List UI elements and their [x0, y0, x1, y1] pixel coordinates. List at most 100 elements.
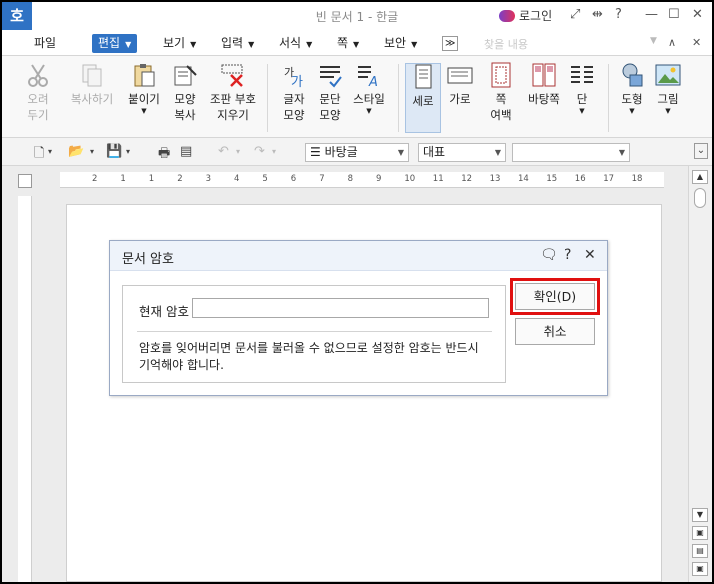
- collapse-ribbon-icon[interactable]: ∧: [668, 36, 676, 49]
- char-shape-button[interactable]: 가가 글자 모양: [274, 62, 314, 123]
- ruler-tick-label: 4: [234, 174, 240, 184]
- ribbon: 오려 두기 복사하기 붙이기 ▼ 모양 복사 조판 부호 지우기 가가 글자 모…: [2, 56, 712, 138]
- chevron-down-icon: ▼: [618, 148, 625, 157]
- search-dropdown-icon[interactable]: ▼: [650, 36, 657, 46]
- open-folder-icon[interactable]: 📂: [68, 144, 84, 159]
- maximize-icon[interactable]: ☐: [668, 7, 680, 22]
- page-margin-icon: [491, 62, 511, 88]
- hwp-window: 호 빈 문서 1 - 한글 로그인 ⤢ ⇹ ? — ☐ ✕ 파일 편집 ▼ 보기 ▼…: [2, 2, 712, 582]
- login-button[interactable]: 로그인: [499, 7, 552, 24]
- format-copy-button[interactable]: 모양 복사: [165, 62, 205, 123]
- erase-marks-button[interactable]: 조판 부호 지우기: [204, 62, 262, 123]
- scroll-up-icon[interactable]: ▲: [692, 170, 708, 184]
- font-face-select[interactable]: 대표 ▼: [418, 143, 506, 162]
- ruler-corner-button[interactable]: [18, 174, 32, 188]
- chevron-down-icon[interactable]: ▾: [48, 147, 52, 156]
- menu-view-label: 보기: [163, 36, 186, 50]
- background-page-button[interactable]: 바탕쪽: [520, 62, 568, 107]
- landscape-page-icon: [447, 67, 473, 84]
- menu-file[interactable]: 파일: [34, 34, 56, 53]
- save-icon[interactable]: 💾: [106, 144, 122, 159]
- horizontal-ruler[interactable]: 2 1 1 2 3 4 5 6 7 8 9 10 11 12 13 14 15 16 17 18: [60, 172, 664, 188]
- scroll-down-icon[interactable]: ▼: [692, 508, 708, 522]
- chevron-down-icon: ▼: [141, 107, 147, 115]
- portrait-button[interactable]: 세로: [405, 63, 441, 133]
- minimize-icon[interactable]: —: [645, 7, 658, 22]
- page-nav-icon[interactable]: ▤: [692, 544, 708, 558]
- ruler-tick-label: 15: [546, 174, 558, 184]
- account-icon: [499, 9, 515, 22]
- chevron-down-icon[interactable]: ▾: [126, 147, 130, 156]
- vertical-ruler[interactable]: [18, 196, 32, 582]
- menu-security[interactable]: 보안 ▼: [384, 34, 417, 53]
- title-bar: 호 빈 문서 1 - 한글 로그인 ⤢ ⇹ ? — ☐ ✕: [2, 2, 712, 30]
- menu-page[interactable]: 쪽 ▼: [337, 34, 359, 53]
- document-password-dialog: 문서 암호 🗨 ? ✕ 현재 암호 암호를 잊어버리면 문서를 불러올 수 없으…: [109, 240, 608, 396]
- menu-format[interactable]: 서식 ▼: [279, 34, 312, 53]
- ruler-tick-label: 18: [631, 174, 643, 184]
- dialog-title: 문서 암호: [122, 252, 174, 267]
- style-label: 스타일: [353, 92, 385, 106]
- erase-marks-label-1: 조판 부호: [210, 92, 256, 106]
- paste-button[interactable]: 붙이기 ▼: [122, 62, 166, 115]
- help-icon[interactable]: ?: [615, 7, 622, 22]
- scissors-icon: [28, 64, 48, 87]
- shapes-button[interactable]: 도형 ▼: [614, 62, 650, 115]
- password-label: 현재 암호: [139, 304, 189, 319]
- menu-security-label: 보안: [384, 36, 407, 50]
- cancel-button[interactable]: 취소: [515, 318, 595, 345]
- font-face-select-value: 대표: [423, 145, 446, 159]
- font-name-select[interactable]: ▼: [512, 143, 630, 162]
- menu-overflow-button[interactable]: ≫: [442, 36, 459, 51]
- new-document-icon[interactable]: 🗋: [34, 144, 44, 166]
- undo-icon[interactable]: ↶: [218, 144, 229, 159]
- chevron-down-icon[interactable]: ▾: [236, 147, 240, 156]
- help-icon[interactable]: ?: [564, 247, 571, 263]
- char-shape-icon: 가가: [284, 66, 303, 88]
- split-icon[interactable]: ⇹: [592, 7, 603, 22]
- expand-icon[interactable]: ⤢: [570, 7, 580, 22]
- find-input[interactable]: 찾을 내용: [484, 36, 528, 52]
- comment-icon[interactable]: 🗨: [540, 247, 558, 263]
- scrollbar-thumb[interactable]: [694, 188, 706, 208]
- prev-page-icon[interactable]: ▣: [692, 526, 708, 540]
- close-icon[interactable]: ✕: [584, 247, 596, 263]
- style-button[interactable]: A 스타일 ▼: [346, 62, 392, 115]
- cut-button[interactable]: 오려 두기: [20, 62, 56, 123]
- picture-button[interactable]: 그림 ▼: [650, 62, 686, 115]
- print-icon[interactable]: 🖶: [158, 144, 170, 166]
- close-search-icon[interactable]: ✕: [692, 36, 701, 49]
- ok-button[interactable]: 확인(D): [510, 278, 600, 315]
- menu-view[interactable]: 보기 ▼: [163, 34, 196, 53]
- password-input[interactable]: [192, 298, 489, 318]
- page-margin-button[interactable]: 쪽 여백: [480, 62, 522, 123]
- cut-label-2: 두기: [27, 108, 49, 122]
- para-shape-button[interactable]: 문단 모양: [310, 62, 350, 123]
- ribbon-divider: [398, 64, 399, 132]
- chevron-down-icon: ▼: [579, 107, 585, 115]
- landscape-button[interactable]: 가로: [442, 62, 478, 107]
- format-brush-icon: [174, 65, 197, 86]
- menu-edit-label: 편집: [98, 36, 121, 50]
- menu-insert[interactable]: 입력 ▼: [221, 34, 254, 53]
- close-icon[interactable]: ✕: [692, 7, 703, 22]
- vertical-scrollbar[interactable]: ▲ ▼ ▣ ▤ ▣: [688, 166, 712, 582]
- columns-button[interactable]: 단 ▼: [562, 62, 602, 115]
- dialog-body: 현재 암호 암호를 잊어버리면 문서를 불러올 수 없으므로 설정한 암호는 반…: [122, 285, 506, 383]
- chevron-down-icon: ▼: [411, 40, 418, 49]
- toolbar-expand-icon[interactable]: ⌄: [694, 143, 708, 159]
- redo-icon[interactable]: ↷: [254, 144, 265, 159]
- menu-edit[interactable]: 편집 ▼: [92, 34, 138, 53]
- para-shape-label-2: 모양: [319, 108, 341, 122]
- preview-icon[interactable]: ▤: [180, 144, 192, 159]
- copy-button[interactable]: 복사하기: [64, 62, 120, 107]
- next-page-icon[interactable]: ▣: [692, 562, 708, 576]
- chevron-down-icon: ▼: [125, 40, 132, 49]
- style-select[interactable]: ☰ 바탕글 ▼: [305, 143, 409, 162]
- ruler-tick-label: 2: [177, 174, 183, 184]
- chevron-down-icon[interactable]: ▾: [272, 147, 276, 156]
- chevron-down-icon[interactable]: ▾: [90, 147, 94, 156]
- page-margin-label-1: 쪽: [495, 92, 507, 106]
- format-copy-label-1: 모양: [174, 92, 196, 106]
- picture-icon: [655, 64, 681, 86]
